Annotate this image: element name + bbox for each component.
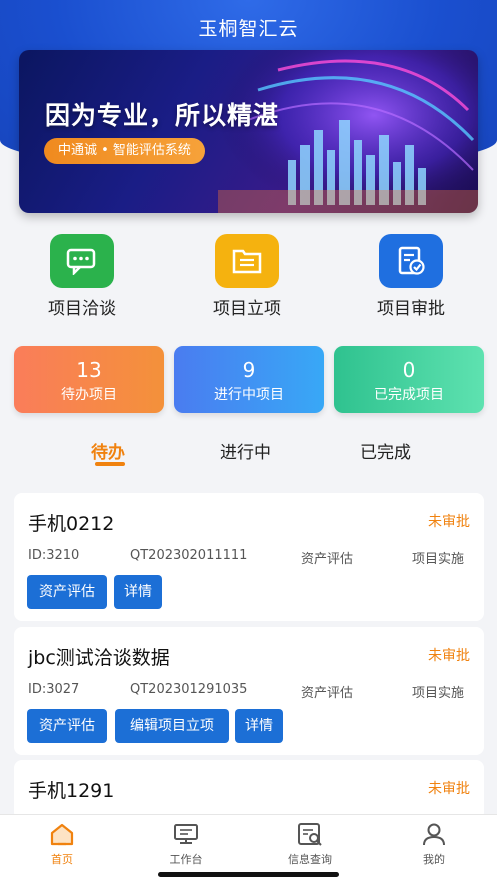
status-badge: 未审批: [428, 514, 470, 530]
user-icon: [389, 821, 479, 847]
banner-tagline: 中通诚 • 智能评估系统: [44, 138, 205, 164]
chat-icon: [50, 234, 114, 288]
home-indicator: [158, 872, 339, 877]
stat-count: 9: [242, 358, 256, 382]
project-title: 手机1291: [28, 780, 115, 802]
monitor-icon: [141, 821, 231, 847]
tab-todo[interactable]: 待办: [91, 438, 125, 466]
tab-label: 待办: [91, 443, 125, 463]
quick-actions: 项目洽谈 项目立项 项目审批: [0, 234, 497, 324]
quick-action-negotiation[interactable]: 项目洽谈: [12, 234, 152, 319]
app-title: 玉桐智汇云: [198, 18, 299, 40]
nav-label: 我的: [423, 853, 445, 866]
nav-label: 信息查询: [288, 853, 332, 866]
project-type: 资产评估: [301, 686, 354, 701]
quick-action-label: 项目洽谈: [48, 299, 116, 319]
stat-label: 已完成项目: [374, 387, 444, 403]
project-id: ID:3210: [28, 548, 80, 563]
stats-row: 13 待办项目 9 进行中项目 0 已完成项目: [14, 346, 484, 413]
search-doc-icon: [265, 821, 355, 847]
asset-evaluation-button[interactable]: 资产评估: [27, 575, 107, 609]
details-button[interactable]: 详情: [235, 709, 283, 743]
approval-icon: [379, 234, 443, 288]
quick-action-label: 项目审批: [377, 299, 445, 319]
document-icon: [215, 234, 279, 288]
project-tabs: 待办 进行中 已完成: [0, 438, 497, 472]
tab-label: 进行中: [220, 443, 271, 463]
tab-label: 已完成: [360, 443, 411, 463]
project-code: QT202302011111: [130, 548, 248, 563]
details-button[interactable]: 详情: [114, 575, 162, 609]
stat-todo[interactable]: 13 待办项目: [14, 346, 164, 413]
project-code: QT202301291035: [130, 682, 248, 697]
project-card[interactable]: 手机0212 未审批 ID:3210 QT202302011111 资产评估 项…: [14, 493, 484, 621]
nav-workbench[interactable]: 工作台: [141, 821, 231, 867]
status-badge: 未审批: [428, 781, 470, 797]
edit-initiation-button[interactable]: 编辑项目立项: [115, 709, 229, 743]
asset-evaluation-button[interactable]: 资产评估: [27, 709, 107, 743]
quick-action-initiation[interactable]: 项目立项: [177, 234, 317, 319]
quick-action-approval[interactable]: 项目审批: [341, 234, 481, 319]
project-card[interactable]: 手机1291 未审批: [14, 760, 484, 820]
home-icon: [17, 821, 107, 847]
nav-profile[interactable]: 我的: [389, 821, 479, 867]
nav-label: 首页: [51, 853, 73, 866]
bottom-navigation: 首页 工作台 信息查询 我的: [0, 814, 497, 883]
stat-label: 进行中项目: [214, 387, 284, 403]
status-badge: 未审批: [428, 648, 470, 664]
tab-in-progress[interactable]: 进行中: [220, 438, 271, 463]
stat-count: 0: [402, 358, 416, 382]
tab-completed[interactable]: 已完成: [360, 438, 411, 463]
stat-in-progress[interactable]: 9 进行中项目: [174, 346, 324, 413]
stat-completed[interactable]: 0 已完成项目: [334, 346, 484, 413]
quick-action-label: 项目立项: [213, 299, 281, 319]
stat-label: 待办项目: [61, 387, 117, 403]
nav-info-query[interactable]: 信息查询: [265, 821, 355, 867]
project-title: jbc测试洽谈数据: [28, 647, 170, 669]
banner-headline: 因为专业，所以精湛: [45, 101, 280, 130]
project-card[interactable]: jbc测试洽谈数据 未审批 ID:3027 QT202301291035 资产评…: [14, 627, 484, 755]
project-stage: 项目实施: [412, 686, 465, 701]
nav-label: 工作台: [169, 853, 203, 866]
nav-home[interactable]: 首页: [17, 821, 107, 867]
project-id: ID:3027: [28, 682, 80, 697]
project-stage: 项目实施: [412, 552, 465, 567]
stat-count: 13: [76, 358, 102, 382]
project-title: 手机0212: [28, 513, 115, 535]
tab-active-indicator: [95, 462, 125, 466]
promo-banner[interactable]: 因为专业，所以精湛 中通诚 • 智能评估系统: [19, 50, 478, 213]
project-type: 资产评估: [301, 552, 354, 567]
